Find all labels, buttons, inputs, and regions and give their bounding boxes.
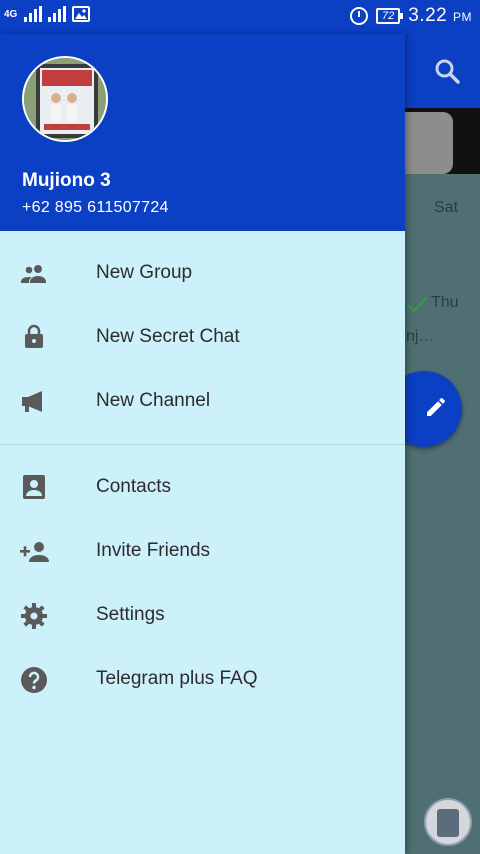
search-icon[interactable] — [434, 58, 460, 84]
menu-label-settings: Settings — [96, 604, 165, 625]
menu-label-invite-friends: Invite Friends — [96, 540, 211, 561]
signal-icon — [24, 6, 42, 22]
menu-item-new-channel[interactable]: New Channel — [0, 370, 405, 434]
menu-label-faq: Telegram plus FAQ — [96, 668, 258, 689]
gallery-notification-icon — [72, 6, 90, 22]
menu-item-faq[interactable]: Telegram plus FAQ — [0, 648, 405, 712]
clock: 3.22 PM — [408, 5, 472, 27]
chat-date-thu: Thu — [431, 294, 459, 311]
menu-item-invite-friends[interactable]: Invite Friends — [0, 520, 405, 584]
status-bar: 4G 72 3.22 PM — [0, 0, 480, 34]
chat-date-sat: Sat — [434, 199, 459, 216]
menu-divider — [0, 444, 405, 445]
gear-icon — [21, 603, 47, 629]
avatar[interactable] — [22, 56, 108, 142]
clock-ampm: PM — [453, 10, 472, 24]
battery-icon: 72 — [375, 8, 404, 24]
menu-label-new-secret-chat: New Secret Chat — [96, 326, 240, 347]
profile-name: Mujiono 3 — [22, 170, 111, 191]
background-toolbar — [405, 34, 480, 108]
menu-item-new-secret-chat[interactable]: New Secret Chat — [0, 306, 405, 370]
help-icon — [21, 667, 47, 693]
signal-2-icon — [48, 6, 66, 22]
navigation-drawer: Mujiono 3 +62 895 611507724 New Group Ne… — [0, 34, 405, 854]
menu-label-new-channel: New Channel — [96, 390, 211, 411]
chat-snippet: nj… — [406, 328, 435, 345]
network-type: 4G — [4, 8, 18, 20]
clock-time: 3.22 — [408, 5, 448, 26]
menu-item-new-group[interactable]: New Group — [0, 242, 405, 306]
contact-icon — [23, 475, 45, 499]
menu-label-contacts: Contacts — [96, 476, 171, 497]
read-check-icon — [407, 297, 427, 313]
menu-item-settings[interactable]: Settings — [0, 584, 405, 648]
battery-level: 72 — [381, 10, 395, 22]
profile-phone: +62 895 611507724 — [22, 199, 169, 216]
pencil-icon — [427, 397, 446, 416]
add-person-icon — [20, 542, 49, 562]
drawer-header: Mujiono 3 +62 895 611507724 — [0, 34, 405, 231]
alarm-icon — [349, 7, 368, 25]
menu-label-new-group: New Group — [96, 262, 193, 283]
group-icon — [21, 265, 46, 283]
menu-item-contacts[interactable]: Contacts — [0, 456, 405, 520]
background-banner — [405, 108, 480, 174]
lock-icon — [25, 324, 43, 348]
megaphone-icon — [22, 391, 42, 412]
floating-bubble-button[interactable] — [424, 798, 472, 846]
